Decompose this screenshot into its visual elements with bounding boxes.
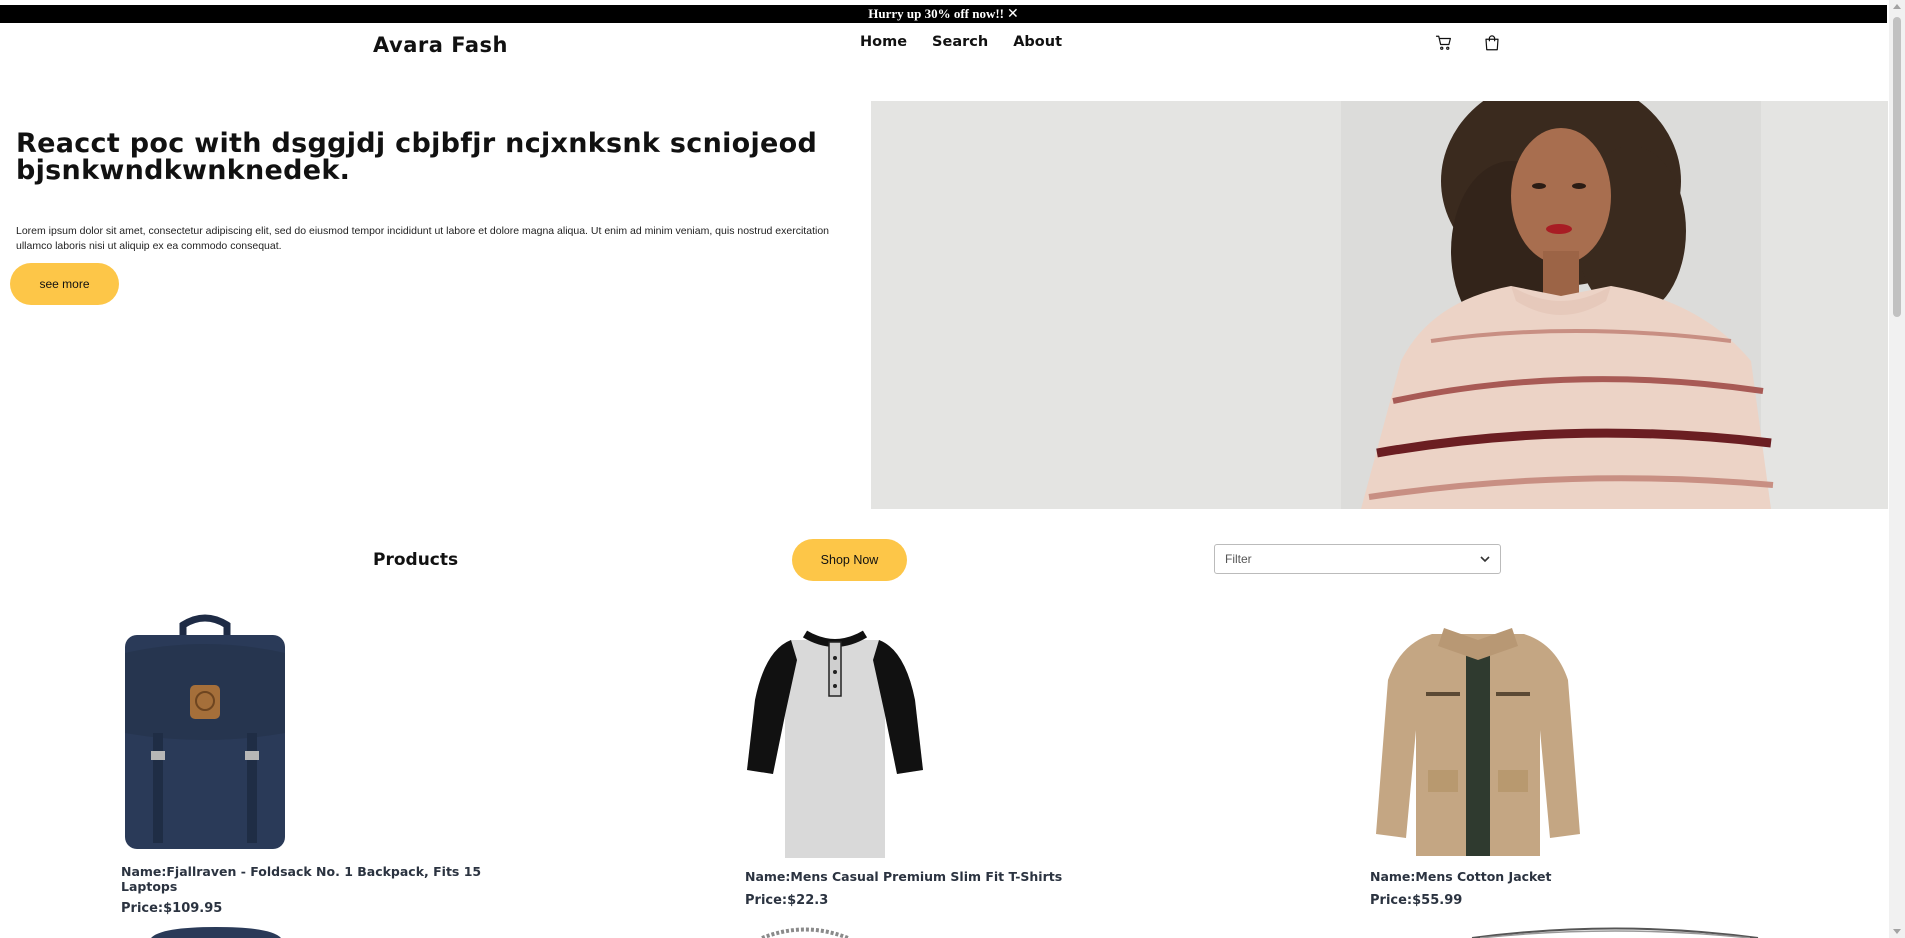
see-more-button[interactable]: see more: [10, 263, 119, 305]
product-image[interactable]: [121, 925, 311, 938]
page-scrollbar[interactable]: [1889, 0, 1905, 938]
nav-home[interactable]: Home: [860, 34, 907, 50]
main-nav: Home Search About: [860, 34, 1062, 50]
product-price: Price:$109.95: [121, 901, 223, 916]
filter-select[interactable]: Filter: [1214, 544, 1501, 574]
hero-image: [871, 101, 1888, 509]
product-name: Name:Mens Casual Premium Slim Fit T-Shir…: [745, 869, 1063, 884]
brand-logo[interactable]: Avara Fash: [373, 33, 508, 57]
promo-text: Hurry up 30% off now!!: [868, 6, 1005, 21]
scroll-down-arrow[interactable]: [1893, 929, 1901, 934]
nav-about[interactable]: About: [1013, 34, 1062, 50]
product-price: Price:$22.3: [745, 893, 829, 908]
products-heading: Products: [373, 550, 459, 570]
close-icon[interactable]: ✕: [1007, 7, 1019, 21]
scroll-up-arrow[interactable]: [1893, 4, 1901, 9]
nav-search[interactable]: Search: [932, 34, 988, 50]
product-name: Name:Mens Cotton Jacket: [1370, 869, 1552, 884]
product-name: Name:Fjallraven - Foldsack No. 1 Backpac…: [121, 864, 482, 894]
promo-banner: Hurry up 30% off now!! ✕: [0, 5, 1887, 23]
cart-icon[interactable]: [1435, 34, 1453, 52]
product-image[interactable]: [1470, 925, 1760, 938]
filter-value: Filter: [1225, 552, 1252, 566]
hero-description: Lorem ipsum dolor sit amet, consectetur …: [16, 225, 829, 252]
hero-title: Reacct poc with dsggjdj cbjbfjr ncjxnksn…: [16, 128, 818, 186]
product-image[interactable]: [121, 613, 289, 853]
shop-now-button[interactable]: Shop Now: [792, 539, 907, 581]
product-image[interactable]: [760, 925, 850, 938]
product-price: Price:$55.99: [1370, 893, 1463, 908]
product-image[interactable]: [745, 620, 925, 860]
bag-icon[interactable]: [1483, 34, 1501, 52]
chevron-down-icon: [1480, 556, 1490, 563]
scroll-thumb[interactable]: [1893, 17, 1901, 317]
product-image[interactable]: [1370, 620, 1586, 860]
